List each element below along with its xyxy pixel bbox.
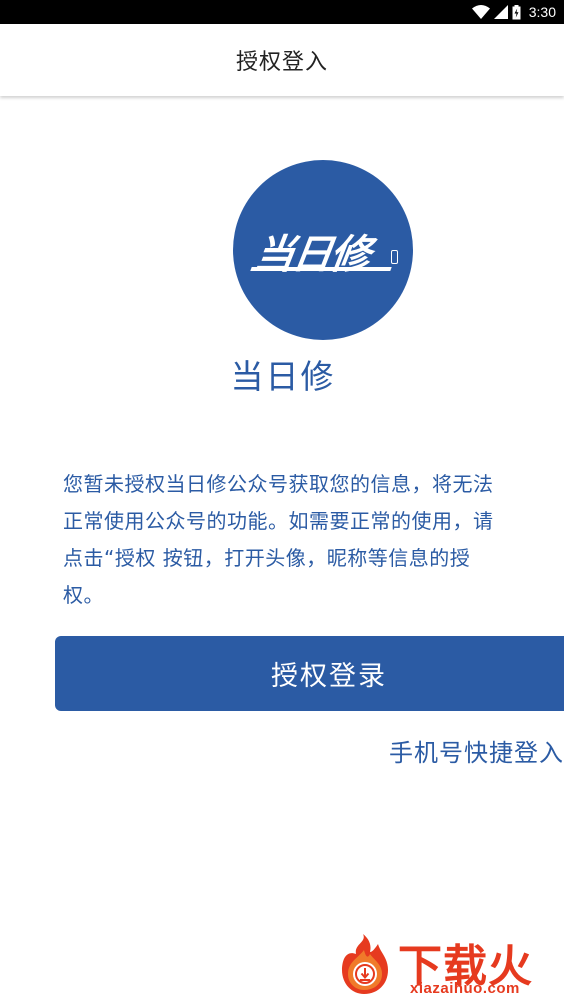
authorize-login-button[interactable]: 授权登录 [55,636,564,711]
logo-underline [250,267,392,271]
app-name: 当日修 [230,357,336,396]
wifi-icon [471,5,490,19]
app-logo: 当日修 [233,160,413,340]
logo-text: 当日修 [251,232,372,278]
nav-bar: 授权登入 [0,24,564,96]
cellular-signal-icon [493,5,508,19]
watermark-domain: xiazaihuo.com [410,980,520,997]
battery-icon [512,4,521,19]
authorization-message: 您暂未授权当日修公众号获取您的信息，将无法正常使用公众号的功能。如需要正常的使用… [63,472,494,607]
status-icons: 3:30 [471,3,556,21]
flame-download-icon [342,934,388,994]
phone-icon [391,250,398,264]
status-time: 3:30 [528,4,556,20]
phone-quick-login-link[interactable]: 手机号快捷登入 [389,733,564,768]
watermark: 下载火 xiazaihuo.com [332,928,564,1004]
status-bar: 3:30 [0,0,564,24]
page-title: 授权登入 [235,50,328,75]
